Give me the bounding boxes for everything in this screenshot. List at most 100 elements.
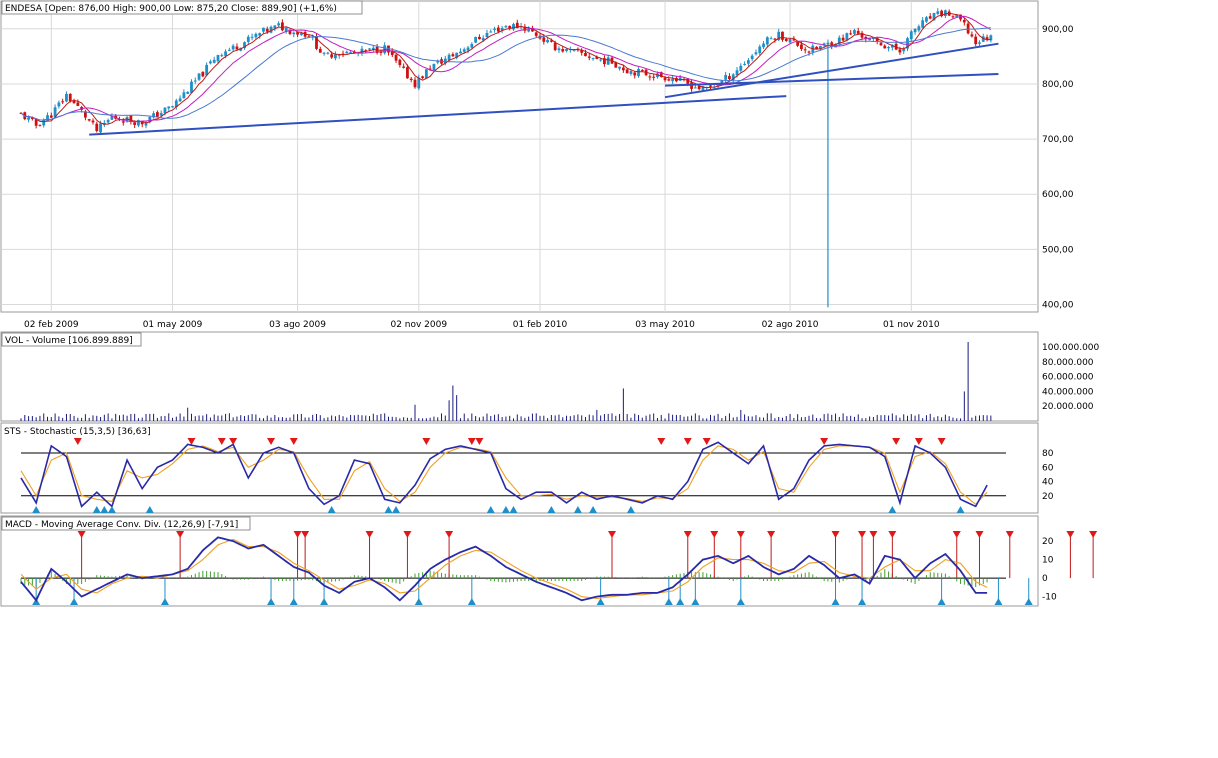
candle-body bbox=[803, 49, 807, 51]
candle-body bbox=[546, 39, 549, 43]
candle-body bbox=[49, 115, 53, 118]
volume-panel-frame bbox=[0, 331, 1039, 422]
candle-body bbox=[91, 120, 95, 123]
candle-body bbox=[231, 45, 235, 50]
candle-body bbox=[621, 67, 625, 71]
candle-body bbox=[504, 26, 508, 28]
candle-body bbox=[163, 107, 167, 114]
candle-body bbox=[951, 16, 955, 18]
price-x-tick-label: 01 may 2009 bbox=[143, 320, 203, 330]
candle-body bbox=[485, 32, 489, 37]
candle-body bbox=[250, 36, 254, 38]
candle-body bbox=[265, 28, 269, 32]
stochastic-chart-title: STS - Stochastic (15,3,5) [36,63] bbox=[4, 427, 151, 437]
candle-body bbox=[743, 63, 746, 65]
candle-body bbox=[27, 117, 30, 120]
candle-body bbox=[121, 121, 125, 123]
candle-body bbox=[769, 38, 773, 40]
candle-body bbox=[193, 80, 197, 82]
candle-body bbox=[38, 124, 42, 126]
candle-body bbox=[322, 52, 326, 54]
candle-body bbox=[970, 34, 974, 37]
candle-body bbox=[144, 123, 148, 126]
candle-body bbox=[478, 36, 481, 40]
candle-body bbox=[417, 77, 421, 89]
candle-body bbox=[883, 45, 887, 49]
candle-body bbox=[281, 22, 284, 31]
candle-body bbox=[765, 37, 769, 45]
candle-body bbox=[277, 23, 281, 26]
candle-body bbox=[171, 106, 174, 108]
candle-body bbox=[462, 49, 466, 52]
candle-body bbox=[65, 93, 68, 102]
candle-body bbox=[849, 33, 853, 35]
candle-body bbox=[815, 46, 818, 49]
macd-y-tick-label: 0 bbox=[1042, 574, 1048, 584]
candle-body bbox=[258, 33, 262, 36]
candle-body bbox=[106, 119, 110, 123]
candle-body bbox=[413, 79, 417, 88]
price-x-tick-label: 02 ago 2010 bbox=[762, 320, 819, 330]
candle-body bbox=[978, 42, 981, 44]
candle-body bbox=[201, 71, 205, 77]
candle-body bbox=[913, 28, 917, 33]
candle-body bbox=[826, 42, 830, 45]
candle-body bbox=[534, 32, 538, 36]
candle-body bbox=[633, 72, 637, 76]
candle-body bbox=[368, 48, 371, 50]
candle-body bbox=[474, 36, 478, 43]
stochastic-y-tick-label: 40 bbox=[1042, 478, 1054, 488]
stochastic-y-tick-label: 20 bbox=[1042, 492, 1054, 502]
candle-body bbox=[227, 49, 231, 51]
candle-body bbox=[493, 28, 496, 30]
candle-body bbox=[879, 42, 883, 46]
candle-body bbox=[402, 66, 406, 68]
macd-chart-title: MACD - Moving Average Conv. Div. (12,26,… bbox=[5, 520, 238, 530]
price-y-tick-label: 400,00 bbox=[1042, 300, 1074, 310]
stochastic-y-tick-labels: 20 40 60 80 bbox=[1042, 449, 1054, 502]
candle-body bbox=[928, 16, 932, 19]
candle-body bbox=[629, 71, 633, 74]
candle-body bbox=[292, 32, 296, 35]
candle-body bbox=[345, 51, 349, 54]
price-x-tick-label: 03 ago 2009 bbox=[269, 320, 326, 330]
candle-body bbox=[334, 54, 337, 59]
candle-body bbox=[800, 44, 803, 50]
candle-body bbox=[902, 48, 906, 52]
candle-body bbox=[887, 47, 890, 49]
candle-body bbox=[68, 93, 72, 102]
candle-body bbox=[527, 29, 531, 32]
price-x-tick-label: 02 nov 2009 bbox=[390, 320, 447, 330]
candle-body bbox=[909, 31, 913, 40]
candle-body bbox=[618, 66, 621, 69]
candle-body bbox=[936, 11, 940, 14]
candle-body bbox=[728, 76, 731, 80]
candle-body bbox=[409, 78, 413, 81]
volume-y-tick-label: 80.000.000 bbox=[1042, 358, 1094, 368]
candle-body bbox=[796, 41, 800, 46]
chart-root: 400,00 500,00 600,00 700,00 800,00 900,00 02 … bbox=[0, 0, 1218, 754]
candle-body bbox=[394, 54, 398, 61]
candle-body bbox=[220, 55, 224, 57]
candle-body bbox=[186, 91, 190, 94]
chart-svg: 400,00 500,00 600,00 700,00 800,00 900,00 02 … bbox=[0, 0, 1100, 607]
candle-body bbox=[750, 55, 754, 60]
candle-body bbox=[565, 49, 568, 52]
candle-body bbox=[542, 37, 546, 42]
candle-body bbox=[178, 98, 182, 102]
candle-body bbox=[432, 63, 436, 71]
macd-y-tick-label: 10 bbox=[1042, 556, 1054, 566]
candle-body bbox=[678, 77, 682, 81]
candle-body bbox=[974, 36, 978, 45]
candle-body bbox=[648, 76, 652, 78]
volume-y-tick-labels: 20.000.000 40.000.000 60.000.000 80.000.000… bbox=[1042, 343, 1100, 412]
candle-body bbox=[557, 48, 561, 51]
stochastic-y-tick-label: 60 bbox=[1042, 463, 1054, 473]
price-y-tick-label: 700,00 bbox=[1042, 135, 1074, 145]
candle-body bbox=[496, 27, 500, 32]
candle-body bbox=[133, 122, 137, 125]
volume-y-tick-label: 100.000.000 bbox=[1042, 343, 1100, 353]
candle-body bbox=[917, 26, 921, 31]
price-x-tick-label: 02 feb 2009 bbox=[24, 320, 79, 330]
macd-y-tick-label: 20 bbox=[1042, 537, 1054, 547]
